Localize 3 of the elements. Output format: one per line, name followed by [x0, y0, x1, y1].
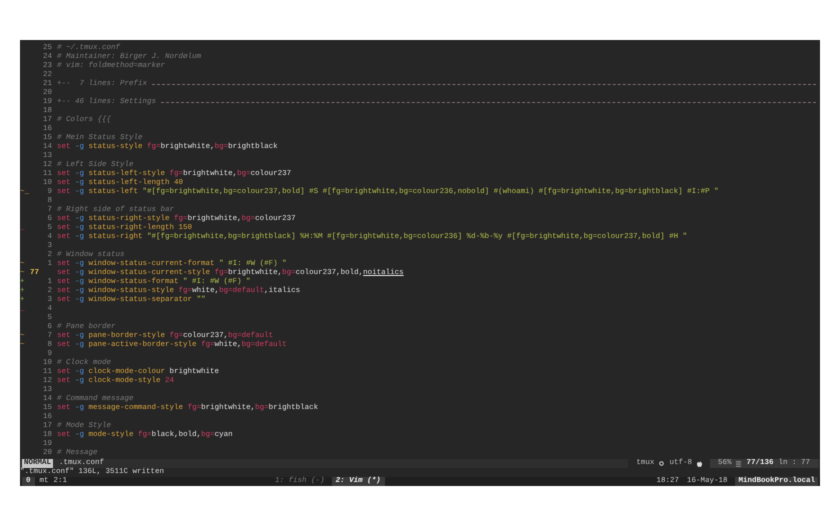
lines-icon [736, 460, 742, 466]
gear-icon [659, 461, 664, 466]
apple-icon [696, 460, 702, 466]
